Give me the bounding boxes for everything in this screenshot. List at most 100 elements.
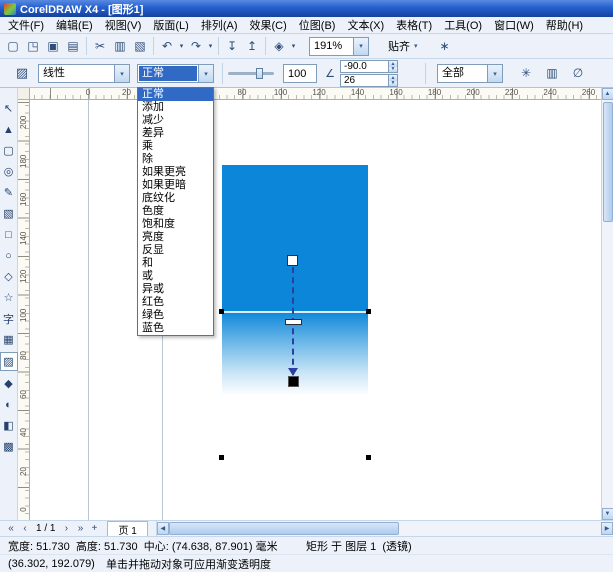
dropdown-item-5[interactable]: 除 — [138, 153, 213, 166]
scroll-up-icon[interactable]: ▲ — [602, 88, 613, 100]
zoom-combo-arrow-icon[interactable]: ▾ — [353, 38, 368, 55]
outline-tool[interactable]: ◐ — [1, 396, 17, 413]
text-tool[interactable]: 字 — [1, 310, 17, 327]
import-button[interactable]: ↧ — [222, 36, 242, 56]
polygon-tool[interactable]: ◇ — [1, 268, 17, 285]
fountain-angle-field[interactable]: -90.0 ▲ ▼ — [340, 60, 398, 73]
freeze-transparency-button[interactable]: ✳ — [516, 63, 536, 83]
menu-item-layout[interactable]: 版面(L) — [147, 16, 194, 34]
dropdown-item-10[interactable]: 饱和度 — [138, 218, 213, 231]
dropdown-item-3[interactable]: 差异 — [138, 127, 213, 140]
menu-item-help[interactable]: 帮助(H) — [540, 16, 589, 34]
dropdown-item-16[interactable]: 红色 — [138, 296, 213, 309]
dropdown-item-7[interactable]: 如果更暗 — [138, 179, 213, 192]
zoom-level-combo[interactable]: 191% ▾ — [309, 37, 369, 56]
menu-item-bitmaps[interactable]: 位图(B) — [293, 16, 342, 34]
undo-button[interactable]: ↶ — [157, 36, 177, 56]
menu-item-text[interactable]: 文本(X) — [341, 16, 390, 34]
dropdown-item-14[interactable]: 或 — [138, 270, 213, 283]
cut-button[interactable]: ✂ — [90, 36, 110, 56]
dropdown-item-0[interactable]: 正常 — [138, 88, 213, 101]
zoom-tool[interactable]: ◎ — [1, 163, 17, 180]
dropdown-item-6[interactable]: 如果更亮 — [138, 166, 213, 179]
menu-item-view[interactable]: 视图(V) — [99, 16, 148, 34]
transparency-midpoint-handle[interactable] — [285, 319, 302, 325]
redo-button[interactable]: ↷ — [186, 36, 206, 56]
menu-item-arrange[interactable]: 排列(A) — [195, 16, 244, 34]
drawing-canvas[interactable] — [30, 100, 601, 520]
eyedropper-tool[interactable]: ◆ — [1, 375, 17, 392]
paste-button[interactable]: ▧ — [130, 36, 150, 56]
edge-spin-down-icon[interactable]: ▼ — [389, 81, 397, 87]
transparency-type-arrow-icon[interactable]: ▾ — [114, 65, 129, 82]
application-launcher-button[interactable]: ◈ — [269, 36, 289, 56]
ellipse-tool[interactable]: ○ — [1, 247, 17, 264]
open-document-button[interactable]: ◳ — [23, 36, 43, 56]
angle-spin-down-icon[interactable]: ▼ — [389, 67, 397, 73]
dropdown-item-2[interactable]: 减少 — [138, 114, 213, 127]
transparency-target-combo[interactable]: 全部 ▾ — [437, 64, 503, 83]
copy-transparency-button[interactable]: ▥ — [542, 63, 562, 83]
vertical-scrollbar-thumb[interactable] — [603, 102, 613, 222]
dropdown-item-11[interactable]: 亮度 — [138, 231, 213, 244]
dropdown-item-1[interactable]: 添加 — [138, 101, 213, 114]
edit-transparency-icon[interactable]: ▨ — [12, 63, 32, 83]
dropdown-item-8[interactable]: 底纹化 — [138, 192, 213, 205]
transparency-opacity-field[interactable]: 100 — [283, 64, 317, 83]
vertical-scrollbar[interactable]: ▲ ▼ — [601, 88, 613, 520]
horizontal-scrollbar-thumb[interactable] — [169, 522, 399, 535]
dropdown-item-15[interactable]: 异或 — [138, 283, 213, 296]
menu-item-window[interactable]: 窗口(W) — [488, 16, 540, 34]
interactive-transparency-tool[interactable]: ▨ — [0, 352, 18, 371]
dropdown-item-17[interactable]: 绿色 — [138, 309, 213, 322]
application-launcher-button-arrow-icon[interactable]: ▾ — [289, 36, 298, 56]
new-document-button[interactable]: ▢ — [3, 36, 23, 56]
menu-item-table[interactable]: 表格(T) — [390, 16, 438, 34]
options-button[interactable]: ∗ — [435, 36, 455, 56]
dropdown-item-9[interactable]: 色度 — [138, 205, 213, 218]
copy-button[interactable]: ▥ — [110, 36, 130, 56]
page-tab[interactable]: 页 1 — [107, 521, 147, 536]
menu-item-tools[interactable]: 工具(O) — [438, 16, 488, 34]
redo-button-arrow-icon[interactable]: ▾ — [206, 36, 215, 56]
crop-tool[interactable]: ▢ — [1, 142, 17, 159]
dropdown-item-4[interactable]: 乘 — [138, 140, 213, 153]
last-page-button[interactable]: » — [73, 522, 87, 536]
export-button[interactable]: ↥ — [242, 36, 262, 56]
edge-pad-field[interactable]: 26 ▲ ▼ — [340, 74, 398, 87]
interactive-fill-tool[interactable]: ▩ — [1, 438, 17, 455]
pick-tool[interactable]: ↖ — [1, 100, 17, 117]
clear-transparency-button[interactable]: ∅ — [568, 63, 588, 83]
transparency-operation-arrow-icon[interactable]: ▾ — [198, 65, 213, 82]
print-button[interactable]: ▤ — [63, 36, 83, 56]
rectangle-tool[interactable]: □ — [1, 226, 17, 243]
dropdown-item-18[interactable]: 蓝色 — [138, 322, 213, 335]
transparency-target-arrow-icon[interactable]: ▾ — [487, 65, 502, 82]
transparency-start-handle[interactable] — [287, 255, 298, 266]
basic-shapes-tool[interactable]: ☆ — [1, 289, 17, 306]
scroll-right-icon[interactable]: ▶ — [601, 522, 613, 535]
transparency-midpoint-slider-track[interactable] — [228, 72, 274, 75]
menu-item-edit[interactable]: 编辑(E) — [50, 16, 99, 34]
horizontal-scrollbar[interactable]: ◀ ▶ — [156, 521, 613, 536]
first-page-button[interactable]: « — [4, 522, 18, 536]
transparency-slider-handle[interactable] — [256, 68, 263, 79]
undo-button-arrow-icon[interactable]: ▾ — [177, 36, 186, 56]
transparency-end-handle[interactable] — [288, 376, 299, 387]
selection-handle-bottom-right[interactable] — [366, 455, 371, 460]
fill-tool[interactable]: ◧ — [1, 417, 17, 434]
snap-dropdown-arrow-icon[interactable]: ▾ — [414, 42, 418, 50]
previous-page-button[interactable]: ‹ — [18, 522, 32, 536]
next-page-button[interactable]: › — [59, 522, 73, 536]
selection-handle-middle-right[interactable] — [366, 309, 371, 314]
rectangle-object[interactable] — [222, 165, 368, 457]
dropdown-item-13[interactable]: 和 — [138, 257, 213, 270]
menu-item-effects[interactable]: 效果(C) — [244, 16, 293, 34]
smart-fill-tool[interactable]: ▧ — [1, 205, 17, 222]
snap-to-button[interactable]: 贴齐 ▾ — [382, 37, 422, 56]
scroll-left-icon[interactable]: ◀ — [157, 522, 169, 535]
add-page-button[interactable]: + — [87, 522, 101, 536]
transparency-operation-combo[interactable]: 正常 ▾ — [137, 64, 214, 83]
shape-tool[interactable]: ▲ — [1, 121, 17, 138]
dropdown-item-12[interactable]: 反显 — [138, 244, 213, 257]
